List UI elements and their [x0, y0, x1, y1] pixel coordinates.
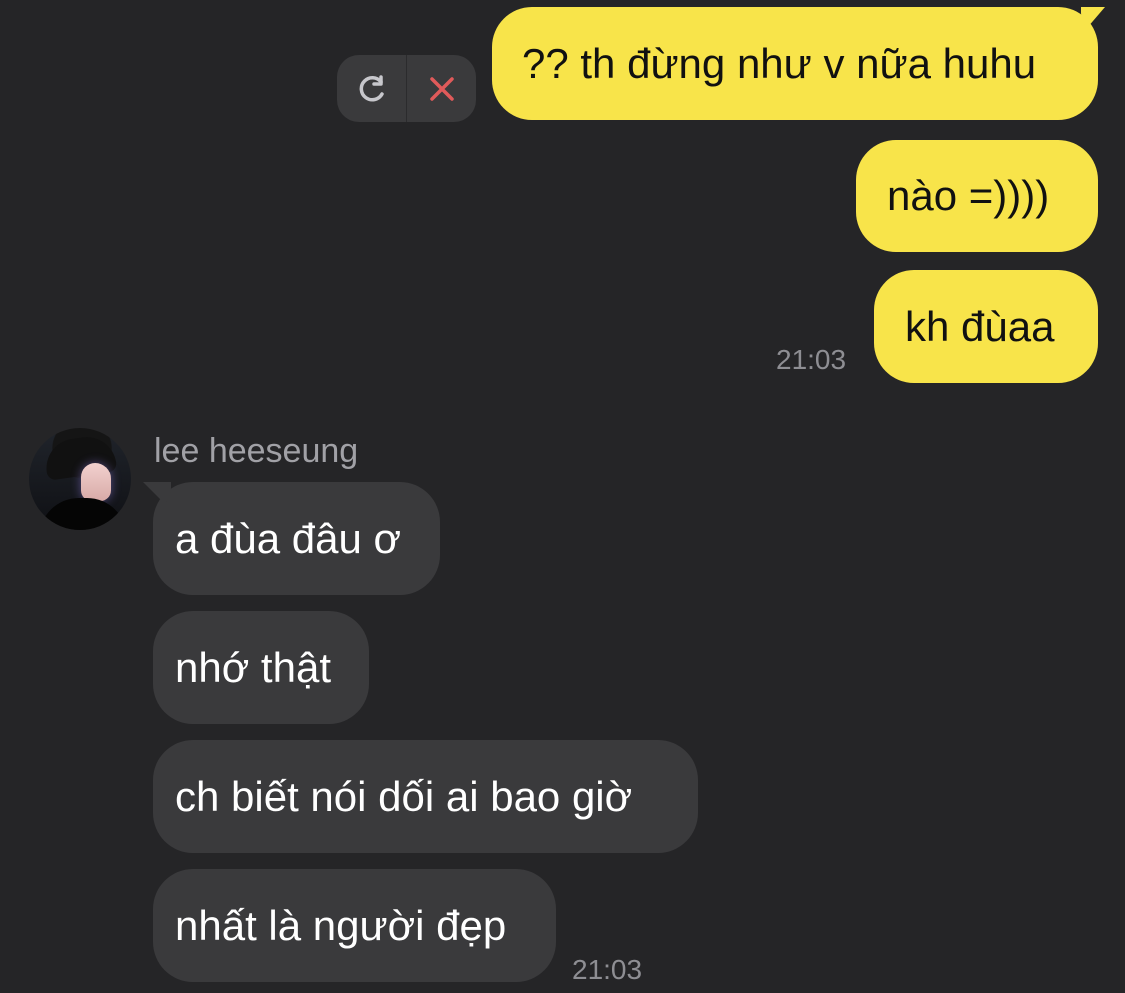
message-text: ?? th đừng như v nữa huhu — [522, 39, 1037, 87]
incoming-message[interactable]: a đùa đâu ơ — [143, 482, 440, 595]
outgoing-message[interactable]: kh đùaa — [874, 270, 1098, 383]
avatar-shoulders — [39, 498, 127, 530]
incoming-message[interactable]: nhớ thật — [153, 611, 369, 724]
message-text: a đùa đâu ơ — [175, 514, 402, 562]
message-text: ch biết nói dối ai bao giờ — [175, 772, 633, 820]
avatar-face — [81, 463, 111, 501]
incoming-message[interactable]: ch biết nói dối ai bao giờ — [153, 740, 698, 853]
message-timestamp: 21:03 — [776, 344, 847, 375]
message-text: kh đùaa — [905, 302, 1055, 350]
message-text: nhớ thật — [175, 643, 331, 691]
close-icon — [429, 76, 454, 101]
chat-screen: ?? th đừng như v nữa huhu nào =)))) kh đ… — [0, 0, 1125, 993]
message-timestamp: 21:03 — [572, 954, 643, 985]
bubble-tail — [1081, 7, 1105, 35]
delete-button[interactable] — [406, 55, 476, 122]
incoming-message[interactable]: nhất là người đẹp — [153, 869, 556, 982]
outgoing-message[interactable]: ?? th đừng như v nữa huhu — [492, 7, 1105, 120]
contact-avatar[interactable] — [29, 428, 131, 530]
bubble-tail — [143, 482, 171, 510]
contact-name: lee heeseung — [154, 432, 359, 470]
failed-message-actions — [337, 55, 476, 122]
retry-button[interactable] — [337, 55, 406, 122]
message-text: nhất là người đẹp — [175, 901, 507, 949]
refresh-icon — [359, 74, 384, 101]
message-text: nào =)))) — [887, 172, 1050, 219]
outgoing-message[interactable]: nào =)))) — [856, 140, 1098, 252]
